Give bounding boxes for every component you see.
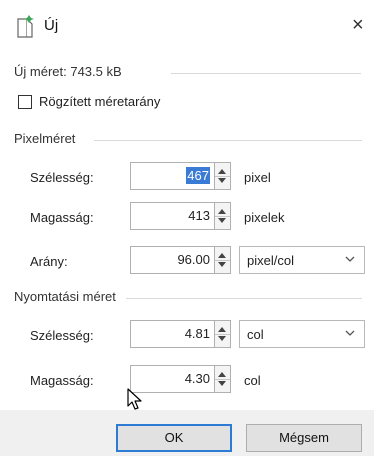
pixel-width-spinner[interactable] <box>215 162 231 190</box>
cancel-button[interactable]: Mégsem <box>246 424 362 452</box>
ratio-input[interactable]: 96.00 <box>130 246 215 274</box>
ratio-unit-dropdown[interactable]: pixel/col <box>239 246 365 274</box>
close-icon[interactable]: × <box>352 15 364 35</box>
divider <box>126 298 362 299</box>
pixel-height-spinner[interactable] <box>215 202 231 230</box>
ratio-unit-value: pixel/col <box>247 253 294 268</box>
spinner-down-icon[interactable] <box>218 381 226 386</box>
pixel-height-input[interactable]: 413 <box>130 202 215 230</box>
title-bar: Új × <box>0 0 374 52</box>
pixel-width-unit: pixel <box>244 170 271 185</box>
spinner-up-icon[interactable] <box>218 169 226 174</box>
spinner-up-icon[interactable] <box>218 372 226 377</box>
print-height-spinner[interactable] <box>215 365 231 393</box>
chevron-down-icon <box>345 330 355 336</box>
spinner-up-icon[interactable] <box>218 327 226 332</box>
spinner-up-icon[interactable] <box>218 209 226 214</box>
pixel-width-label: Szélesség: <box>30 170 94 185</box>
spinner-up-icon[interactable] <box>218 253 226 258</box>
ratio-label: Arány: <box>30 254 68 269</box>
pixel-width-input[interactable]: 467 <box>130 162 215 190</box>
aspect-lock-checkbox-row[interactable]: Rögzített méretarány <box>18 94 160 109</box>
divider <box>171 73 361 74</box>
chevron-down-icon <box>345 256 355 262</box>
spinner-down-icon[interactable] <box>218 178 226 183</box>
new-size-label: Új méret: 743.5 kB <box>14 64 122 79</box>
pixel-height-unit: pixelek <box>244 210 285 225</box>
spinner-down-icon[interactable] <box>218 218 226 223</box>
pixel-height-label: Magasság: <box>30 210 94 225</box>
pixel-section-title: Pixelméret <box>14 131 76 146</box>
window-title: Új <box>44 17 59 34</box>
print-unit-dropdown[interactable]: col <box>239 320 365 348</box>
new-document-icon <box>17 15 34 38</box>
ok-button[interactable]: OK <box>116 424 232 452</box>
print-section-title: Nyomtatási méret <box>14 289 116 304</box>
divider <box>94 140 362 141</box>
print-width-label: Szélesség: <box>30 328 94 343</box>
mouse-cursor-icon <box>127 388 142 410</box>
spinner-down-icon[interactable] <box>218 336 226 341</box>
print-height-label: Magasság: <box>30 373 94 388</box>
ratio-spinner[interactable] <box>215 246 231 274</box>
print-width-spinner[interactable] <box>215 320 231 348</box>
print-height-unit: col <box>244 373 261 388</box>
print-width-input[interactable]: 4.81 <box>130 320 215 348</box>
spinner-down-icon[interactable] <box>218 262 226 267</box>
aspect-lock-checkbox[interactable] <box>18 94 32 109</box>
print-unit-value: col <box>247 327 264 342</box>
aspect-lock-label: Rögzített méretarány <box>39 94 161 109</box>
